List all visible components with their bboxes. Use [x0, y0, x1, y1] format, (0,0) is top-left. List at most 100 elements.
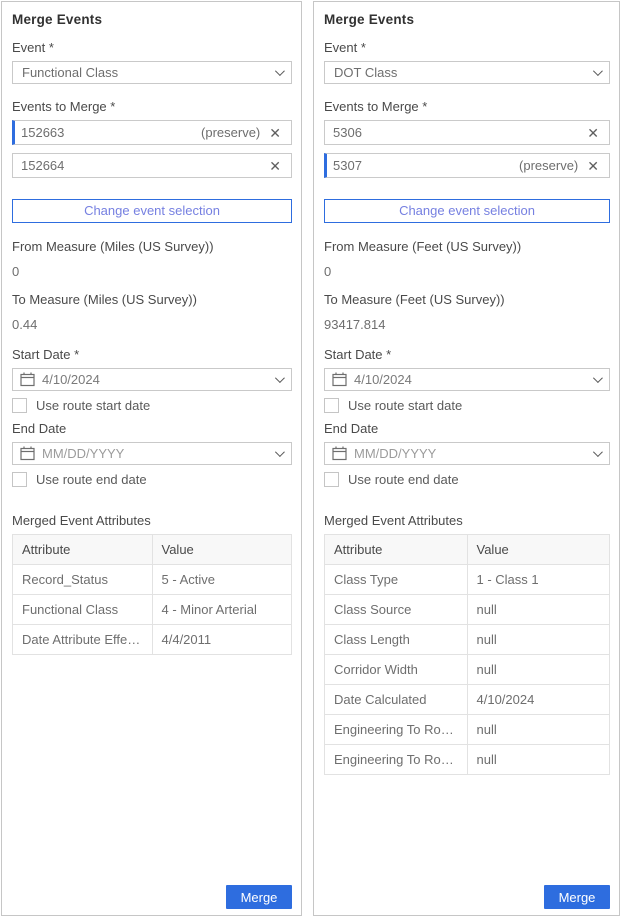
checkbox[interactable]	[12, 472, 27, 487]
table-row: Class Lengthnull	[325, 625, 610, 655]
chevron-down-icon	[593, 447, 603, 457]
change-event-selection-button[interactable]: Change event selection	[324, 199, 610, 223]
table-row: Class Sourcenull	[325, 595, 610, 625]
merged-event-attributes-title: Merged Event Attributes	[12, 513, 292, 528]
event-select[interactable]: Functional Class	[12, 61, 292, 84]
remove-event-button[interactable]: ✕	[267, 158, 283, 174]
merged-attributes-table: Attribute Value Record_Status5 - ActiveF…	[12, 534, 292, 655]
merge-button[interactable]: Merge	[226, 885, 292, 909]
start-date-label: Start Date *	[12, 347, 292, 362]
start-date-value: 4/10/2024	[354, 372, 587, 387]
chevron-down-icon	[275, 447, 285, 457]
event-id-input[interactable]: 5307 (preserve) ✕	[324, 153, 610, 178]
attribute-column-header: Attribute	[13, 535, 153, 565]
events-to-merge-label: Events to Merge *	[324, 99, 610, 114]
remove-event-button[interactable]: ✕	[585, 158, 601, 174]
calendar-icon	[20, 372, 35, 387]
start-date-value: 4/10/2024	[42, 372, 269, 387]
event-label: Event *	[324, 40, 610, 55]
attribute-cell: Date Attribute Effective	[13, 625, 153, 655]
attribute-cell: Class Type	[325, 565, 468, 595]
start-date-select[interactable]: 4/10/2024	[12, 368, 292, 391]
calendar-icon	[332, 372, 347, 387]
checkbox[interactable]	[324, 472, 339, 487]
table-row: Corridor Widthnull	[325, 655, 610, 685]
value-cell: 4/10/2024	[467, 685, 610, 715]
event-select[interactable]: DOT Class	[324, 61, 610, 84]
event-id-value: 5306	[333, 125, 362, 140]
value-column-header: Value	[467, 535, 610, 565]
end-date-select[interactable]: MM/DD/YYYY	[324, 442, 610, 465]
chevron-down-icon	[275, 66, 285, 76]
merge-events-panel-right: Merge Events Event * DOT Class Events to…	[313, 1, 620, 916]
value-cell: null	[467, 655, 610, 685]
attribute-cell: Engineering To Route ...	[325, 745, 468, 775]
event-id-value: 5307	[333, 158, 362, 173]
attribute-cell: Record_Status	[13, 565, 153, 595]
merged-attributes-table: Attribute Value Class Type1 - Class 1Cla…	[324, 534, 610, 775]
chevron-down-icon	[593, 373, 603, 383]
table-row: Engineering To RouteIDnull	[325, 715, 610, 745]
attribute-cell: Date Calculated	[325, 685, 468, 715]
end-date-label: End Date	[324, 421, 610, 436]
use-route-end-date-label: Use route end date	[348, 472, 459, 487]
value-cell: null	[467, 595, 610, 625]
value-cell: 4 - Minor Arterial	[152, 595, 292, 625]
value-column-header: Value	[152, 535, 292, 565]
chevron-down-icon	[593, 66, 603, 76]
event-id-input[interactable]: 152663 (preserve) ✕	[12, 120, 292, 145]
from-measure-value: 0	[12, 264, 292, 279]
bottom-bar: Merge	[12, 879, 292, 909]
use-route-end-date-label: Use route end date	[36, 472, 147, 487]
end-date-label: End Date	[12, 421, 292, 436]
from-measure-value: 0	[324, 264, 610, 279]
remove-event-button[interactable]: ✕	[585, 125, 601, 141]
to-measure-value: 93417.814	[324, 317, 610, 332]
use-route-start-date-label: Use route start date	[36, 398, 150, 413]
calendar-icon	[20, 446, 35, 461]
attribute-cell: Engineering To RouteID	[325, 715, 468, 745]
use-route-start-date-checkbox-row[interactable]: Use route start date	[12, 398, 292, 413]
use-route-start-date-checkbox-row[interactable]: Use route start date	[324, 398, 610, 413]
bottom-bar: Merge	[324, 879, 610, 909]
chevron-down-icon	[275, 373, 285, 383]
checkbox[interactable]	[324, 398, 339, 413]
end-date-select[interactable]: MM/DD/YYYY	[12, 442, 292, 465]
calendar-icon	[332, 446, 347, 461]
event-id-value: 152664	[21, 158, 64, 173]
to-measure-label: To Measure (Feet (US Survey))	[324, 292, 610, 307]
checkbox[interactable]	[12, 398, 27, 413]
from-measure-label: From Measure (Miles (US Survey))	[12, 239, 292, 254]
table-row: Date Calculated4/10/2024	[325, 685, 610, 715]
merge-events-panel-left: Merge Events Event * Functional Class Ev…	[1, 1, 302, 916]
value-cell: 1 - Class 1	[467, 565, 610, 595]
attribute-column-header: Attribute	[325, 535, 468, 565]
table-row: Date Attribute Effective4/4/2011	[13, 625, 292, 655]
change-event-selection-button[interactable]: Change event selection	[12, 199, 292, 223]
attribute-cell: Corridor Width	[325, 655, 468, 685]
merged-event-attributes-title: Merged Event Attributes	[324, 513, 610, 528]
start-date-label: Start Date *	[324, 347, 610, 362]
event-id-input[interactable]: 152664 ✕	[12, 153, 292, 178]
attribute-cell: Class Source	[325, 595, 468, 625]
use-route-end-date-checkbox-row[interactable]: Use route end date	[324, 472, 610, 487]
event-id-input[interactable]: 5306 ✕	[324, 120, 610, 145]
page-title: Merge Events	[12, 12, 292, 27]
attribute-cell: Functional Class	[13, 595, 153, 625]
to-measure-value: 0.44	[12, 317, 292, 332]
value-cell: null	[467, 745, 610, 775]
from-measure-label: From Measure (Feet (US Survey))	[324, 239, 610, 254]
use-route-start-date-label: Use route start date	[348, 398, 462, 413]
event-select-value: DOT Class	[334, 65, 397, 80]
use-route-end-date-checkbox-row[interactable]: Use route end date	[12, 472, 292, 487]
attribute-cell: Class Length	[325, 625, 468, 655]
remove-event-button[interactable]: ✕	[267, 125, 283, 141]
merge-button[interactable]: Merge	[544, 885, 610, 909]
event-id-value: 152663	[21, 125, 64, 140]
preserve-tag: (preserve)	[201, 125, 260, 140]
start-date-select[interactable]: 4/10/2024	[324, 368, 610, 391]
table-row: Engineering To Route ...null	[325, 745, 610, 775]
event-select-value: Functional Class	[22, 65, 118, 80]
table-row: Class Type1 - Class 1	[325, 565, 610, 595]
value-cell: null	[467, 715, 610, 745]
